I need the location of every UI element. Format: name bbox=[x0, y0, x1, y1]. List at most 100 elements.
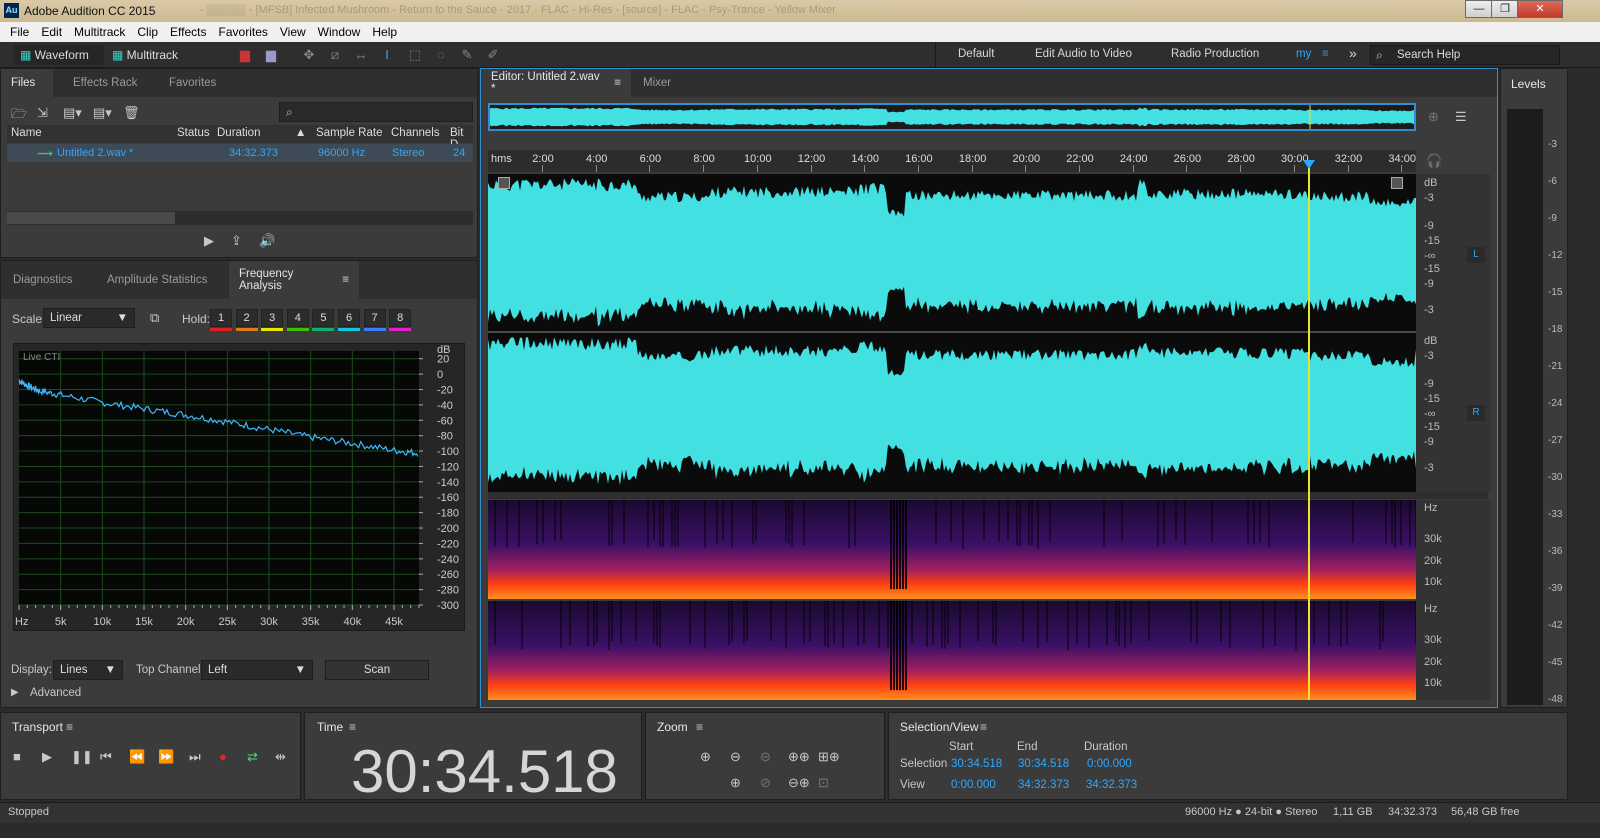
zoom-in-time-icon[interactable]: ⊕⊕ bbox=[788, 749, 810, 765]
hold-button-1[interactable]: 1 bbox=[210, 309, 232, 327]
menu-help[interactable]: Help bbox=[366, 25, 403, 39]
menu-clip[interactable]: Clip bbox=[131, 25, 164, 39]
zoom-reset-icon[interactable]: ⊝ bbox=[760, 749, 771, 765]
col-status[interactable]: Status bbox=[177, 127, 210, 139]
tab-mixer[interactable]: Mixer bbox=[633, 69, 681, 97]
open-file-icon[interactable]: 🗁 bbox=[11, 105, 27, 127]
selection-duration[interactable]: 0:00.000 bbox=[1087, 758, 1132, 770]
panel-menu-icon[interactable]: ≡ bbox=[66, 720, 73, 734]
waveform-view-button[interactable]: ▦ Waveform bbox=[14, 45, 104, 65]
close-button[interactable]: ✕ bbox=[1517, 0, 1563, 18]
col-channels[interactable]: Channels bbox=[391, 127, 440, 139]
panel-menu-icon[interactable]: ≡ bbox=[342, 274, 349, 286]
stop-icon[interactable]: ■ bbox=[13, 749, 21, 764]
zoom-to-selection-icon[interactable]: ⊕ bbox=[1428, 109, 1439, 125]
top-channel-select[interactable]: Left ▼ bbox=[201, 660, 313, 680]
playhead-handle-icon[interactable] bbox=[1303, 160, 1315, 169]
workspace-radio-production[interactable]: Radio Production bbox=[1171, 48, 1259, 60]
table-row[interactable]: ⟿ Untitled 2.wav * 34:32.373 96000 Hz St… bbox=[7, 144, 473, 162]
menu-view[interactable]: View bbox=[274, 25, 312, 39]
workspace-default[interactable]: Default bbox=[958, 48, 994, 60]
files-scrollbar[interactable] bbox=[7, 211, 473, 225]
record-icon[interactable]: ● bbox=[219, 749, 227, 764]
delete-icon[interactable]: 🗑 bbox=[123, 105, 140, 121]
zoom-selection-icon[interactable]: ⊡ bbox=[818, 775, 829, 791]
col-name[interactable]: Name bbox=[11, 127, 42, 139]
tab-favorites[interactable]: Favorites bbox=[159, 69, 226, 97]
channel-L-toggle[interactable]: L bbox=[1467, 247, 1485, 263]
spectral-pitch-icon[interactable]: ▆ bbox=[262, 46, 280, 64]
selection-start[interactable]: 30:34.518 bbox=[951, 758, 1002, 770]
scrollbar-thumb[interactable] bbox=[7, 212, 175, 224]
lasso-tool-icon[interactable]: ◌ bbox=[432, 46, 450, 64]
move-tool-icon[interactable]: ✥ bbox=[300, 46, 318, 64]
overview-navigator[interactable] bbox=[488, 103, 1416, 131]
brush-tool-icon[interactable]: ✎ bbox=[458, 46, 476, 64]
spectral-display[interactable] bbox=[488, 500, 1416, 700]
next-icon[interactable]: ⏭ bbox=[189, 749, 201, 765]
loop-preview-icon[interactable]: ⇪ bbox=[231, 233, 242, 249]
display-options-icon[interactable]: ☰ bbox=[1455, 109, 1467, 125]
workspace-current[interactable]: my bbox=[1296, 48, 1311, 60]
time-ruler[interactable]: hms bbox=[488, 150, 1416, 172]
auto-play-icon[interactable]: 🔊 bbox=[259, 233, 275, 249]
selection-end[interactable]: 30:34.518 bbox=[1018, 758, 1069, 770]
zoom-out-time-icon[interactable]: ⊖⊕ bbox=[788, 775, 810, 791]
panel-menu-icon[interactable]: ≡ bbox=[349, 720, 356, 734]
menu-edit[interactable]: Edit bbox=[35, 25, 68, 39]
search-help-field[interactable]: ⌕ Search Help bbox=[1370, 45, 1560, 65]
stereo-waveform[interactable] bbox=[488, 174, 1416, 492]
fade-out-handle[interactable] bbox=[1391, 177, 1403, 189]
tab-diagnostics[interactable]: Diagnostics bbox=[3, 261, 82, 299]
zoom-out-full-icon[interactable]: ⊞⊕ bbox=[818, 749, 840, 765]
import-file-icon[interactable]: ⇲ bbox=[37, 105, 48, 121]
files-search-input[interactable]: ⌕ bbox=[279, 102, 473, 122]
time-selection-tool-icon[interactable]: I bbox=[378, 46, 396, 64]
panel-menu-icon[interactable]: ≡ bbox=[614, 77, 621, 89]
hold-button-2[interactable]: 2 bbox=[235, 309, 258, 327]
slip-tool-icon[interactable]: ↔ bbox=[352, 46, 370, 64]
multitrack-view-button[interactable]: ▦ Multitrack bbox=[106, 45, 192, 65]
tab-effects-rack[interactable]: Effects Rack bbox=[63, 69, 147, 97]
zoom-to-selection-icon[interactable]: ⊘ bbox=[760, 775, 771, 791]
panel-menu-icon[interactable]: ≡ bbox=[980, 720, 987, 734]
insert-multitrack-icon[interactable]: ▤▾ bbox=[93, 105, 112, 121]
more-workspaces-button[interactable]: » bbox=[1349, 45, 1357, 61]
fast-forward-icon[interactable]: ⏩ bbox=[158, 749, 174, 765]
pause-icon[interactable]: ❚❚ bbox=[71, 749, 93, 765]
new-file-icon[interactable]: ▤▾ bbox=[63, 105, 82, 121]
fade-in-handle[interactable] bbox=[498, 177, 510, 189]
scale-select[interactable]: Linear ▼ bbox=[43, 308, 135, 328]
display-select[interactable]: Lines ▼ bbox=[53, 660, 123, 680]
advanced-toggle[interactable]: Advanced bbox=[30, 687, 81, 699]
channel-R-toggle[interactable]: R bbox=[1467, 405, 1485, 421]
workspace-edit-audio-to-video[interactable]: Edit Audio to Video bbox=[1035, 48, 1132, 60]
tab-frequency-analysis[interactable]: Frequency Analysis ≡ bbox=[229, 261, 359, 299]
expand-triangle-icon[interactable]: ▶ bbox=[11, 687, 19, 698]
skip-selection-icon[interactable]: ⇹ bbox=[275, 749, 286, 765]
hold-button-8[interactable]: 8 bbox=[389, 309, 412, 327]
loop-icon[interactable]: ⇄ bbox=[247, 749, 258, 765]
hold-button-7[interactable]: 7 bbox=[363, 309, 386, 327]
zoom-out-amplitude-icon[interactable]: ⊖ bbox=[730, 749, 741, 765]
hold-button-4[interactable]: 4 bbox=[286, 309, 309, 327]
menu-effects[interactable]: Effects bbox=[164, 25, 212, 39]
playhead[interactable] bbox=[1308, 160, 1310, 700]
previous-icon[interactable]: ⏮ bbox=[100, 749, 112, 765]
view-end[interactable]: 34:32.373 bbox=[1018, 779, 1069, 791]
spot-healing-icon[interactable]: ✐ bbox=[484, 46, 502, 64]
tab-amplitude-statistics[interactable]: Amplitude Statistics bbox=[97, 261, 217, 299]
hold-button-3[interactable]: 3 bbox=[261, 309, 284, 327]
menu-file[interactable]: File bbox=[4, 25, 35, 39]
waveform-spectral-divider[interactable] bbox=[488, 492, 1488, 499]
tab-files[interactable]: Files bbox=[1, 69, 53, 97]
menu-multitrack[interactable]: Multitrack bbox=[68, 25, 131, 39]
view-start[interactable]: 0:00.000 bbox=[951, 779, 996, 791]
menu-window[interactable]: Window bbox=[312, 25, 367, 39]
zoom-in-time-small-icon[interactable]: ⊕ bbox=[730, 775, 741, 791]
menu-favorites[interactable]: Favorites bbox=[213, 25, 274, 39]
maximize-button[interactable]: ❐ bbox=[1491, 0, 1519, 18]
zoom-in-amplitude-icon[interactable]: ⊕ bbox=[700, 749, 711, 765]
panel-menu-icon[interactable]: ≡ bbox=[696, 720, 703, 734]
rewind-icon[interactable]: ⏪ bbox=[129, 749, 145, 765]
